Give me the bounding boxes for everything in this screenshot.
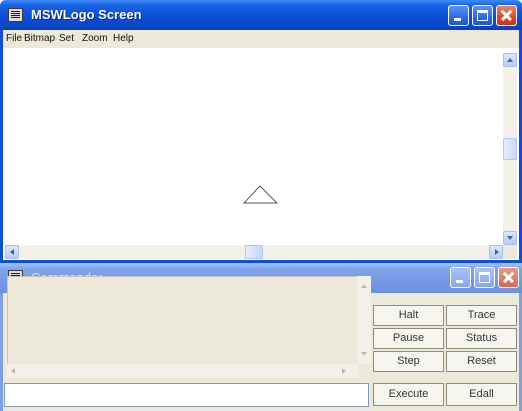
history-vertical-scrollbar[interactable] — [357, 276, 371, 364]
canvas-vertical-scrollbar[interactable] — [503, 53, 517, 245]
trace-button[interactable]: Trace — [446, 305, 517, 326]
commander-close-button[interactable] — [498, 267, 519, 288]
maximize-icon — [479, 272, 490, 283]
horizontal-scroll-thumb[interactable] — [245, 245, 263, 259]
arrow-up-icon[interactable] — [361, 284, 367, 288]
turtle-icon — [243, 185, 279, 204]
step-button[interactable]: Step — [373, 351, 444, 372]
menu-file[interactable]: File — [6, 33, 22, 44]
menu-zoom[interactable]: Zoom — [82, 33, 108, 44]
minimize-icon — [456, 280, 463, 283]
arrow-left-icon[interactable] — [11, 368, 15, 374]
command-history-list[interactable] — [7, 276, 358, 378]
minimize-icon — [454, 18, 461, 21]
mswlogo-screen-window: MSWLogo Screen File Bitmap Set Zoom Help — [0, 0, 522, 263]
command-input[interactable] — [4, 383, 369, 407]
main-window-title: MSWLogo Screen — [31, 7, 142, 22]
arrow-right-icon[interactable] — [342, 368, 346, 374]
halt-button[interactable]: Halt — [373, 305, 444, 326]
canvas-horizontal-scrollbar[interactable] — [5, 245, 503, 259]
arrow-down-icon — [507, 236, 513, 240]
arrow-right-icon — [495, 249, 499, 255]
vertical-scroll-thumb[interactable] — [503, 138, 517, 160]
close-button[interactable] — [496, 5, 517, 26]
reset-button[interactable]: Reset — [446, 351, 517, 372]
execute-button[interactable]: Execute — [373, 383, 444, 406]
close-icon — [499, 268, 518, 287]
menu-bitmap[interactable]: Bitmap — [24, 33, 55, 44]
menu-bar: File Bitmap Set Zoom Help — [3, 30, 519, 48]
scroll-right-button[interactable] — [489, 245, 503, 259]
drawing-canvas[interactable] — [3, 48, 519, 260]
scroll-down-button[interactable] — [503, 231, 517, 245]
app-icon[interactable] — [8, 8, 23, 22]
close-icon — [497, 6, 516, 25]
arrow-up-icon — [507, 58, 513, 62]
menu-help[interactable]: Help — [113, 33, 134, 44]
main-title-bar[interactable]: MSWLogo Screen — [0, 0, 522, 30]
commander-maximize-button[interactable] — [474, 267, 495, 288]
history-horizontal-scrollbar[interactable] — [7, 364, 358, 378]
commander-minimize-button[interactable] — [450, 267, 471, 288]
size-grip[interactable] — [503, 245, 517, 259]
edall-button[interactable]: Edall — [446, 383, 517, 406]
minimize-button[interactable] — [448, 5, 469, 26]
scroll-up-button[interactable] — [503, 53, 517, 67]
pause-button[interactable]: Pause — [373, 328, 444, 349]
arrow-down-icon[interactable] — [361, 352, 367, 356]
status-button[interactable]: Status — [446, 328, 517, 349]
maximize-button[interactable] — [472, 5, 493, 26]
arrow-left-icon — [10, 249, 14, 255]
menu-set[interactable]: Set — [59, 33, 74, 44]
maximize-icon — [477, 10, 488, 21]
scroll-left-button[interactable] — [5, 245, 19, 259]
